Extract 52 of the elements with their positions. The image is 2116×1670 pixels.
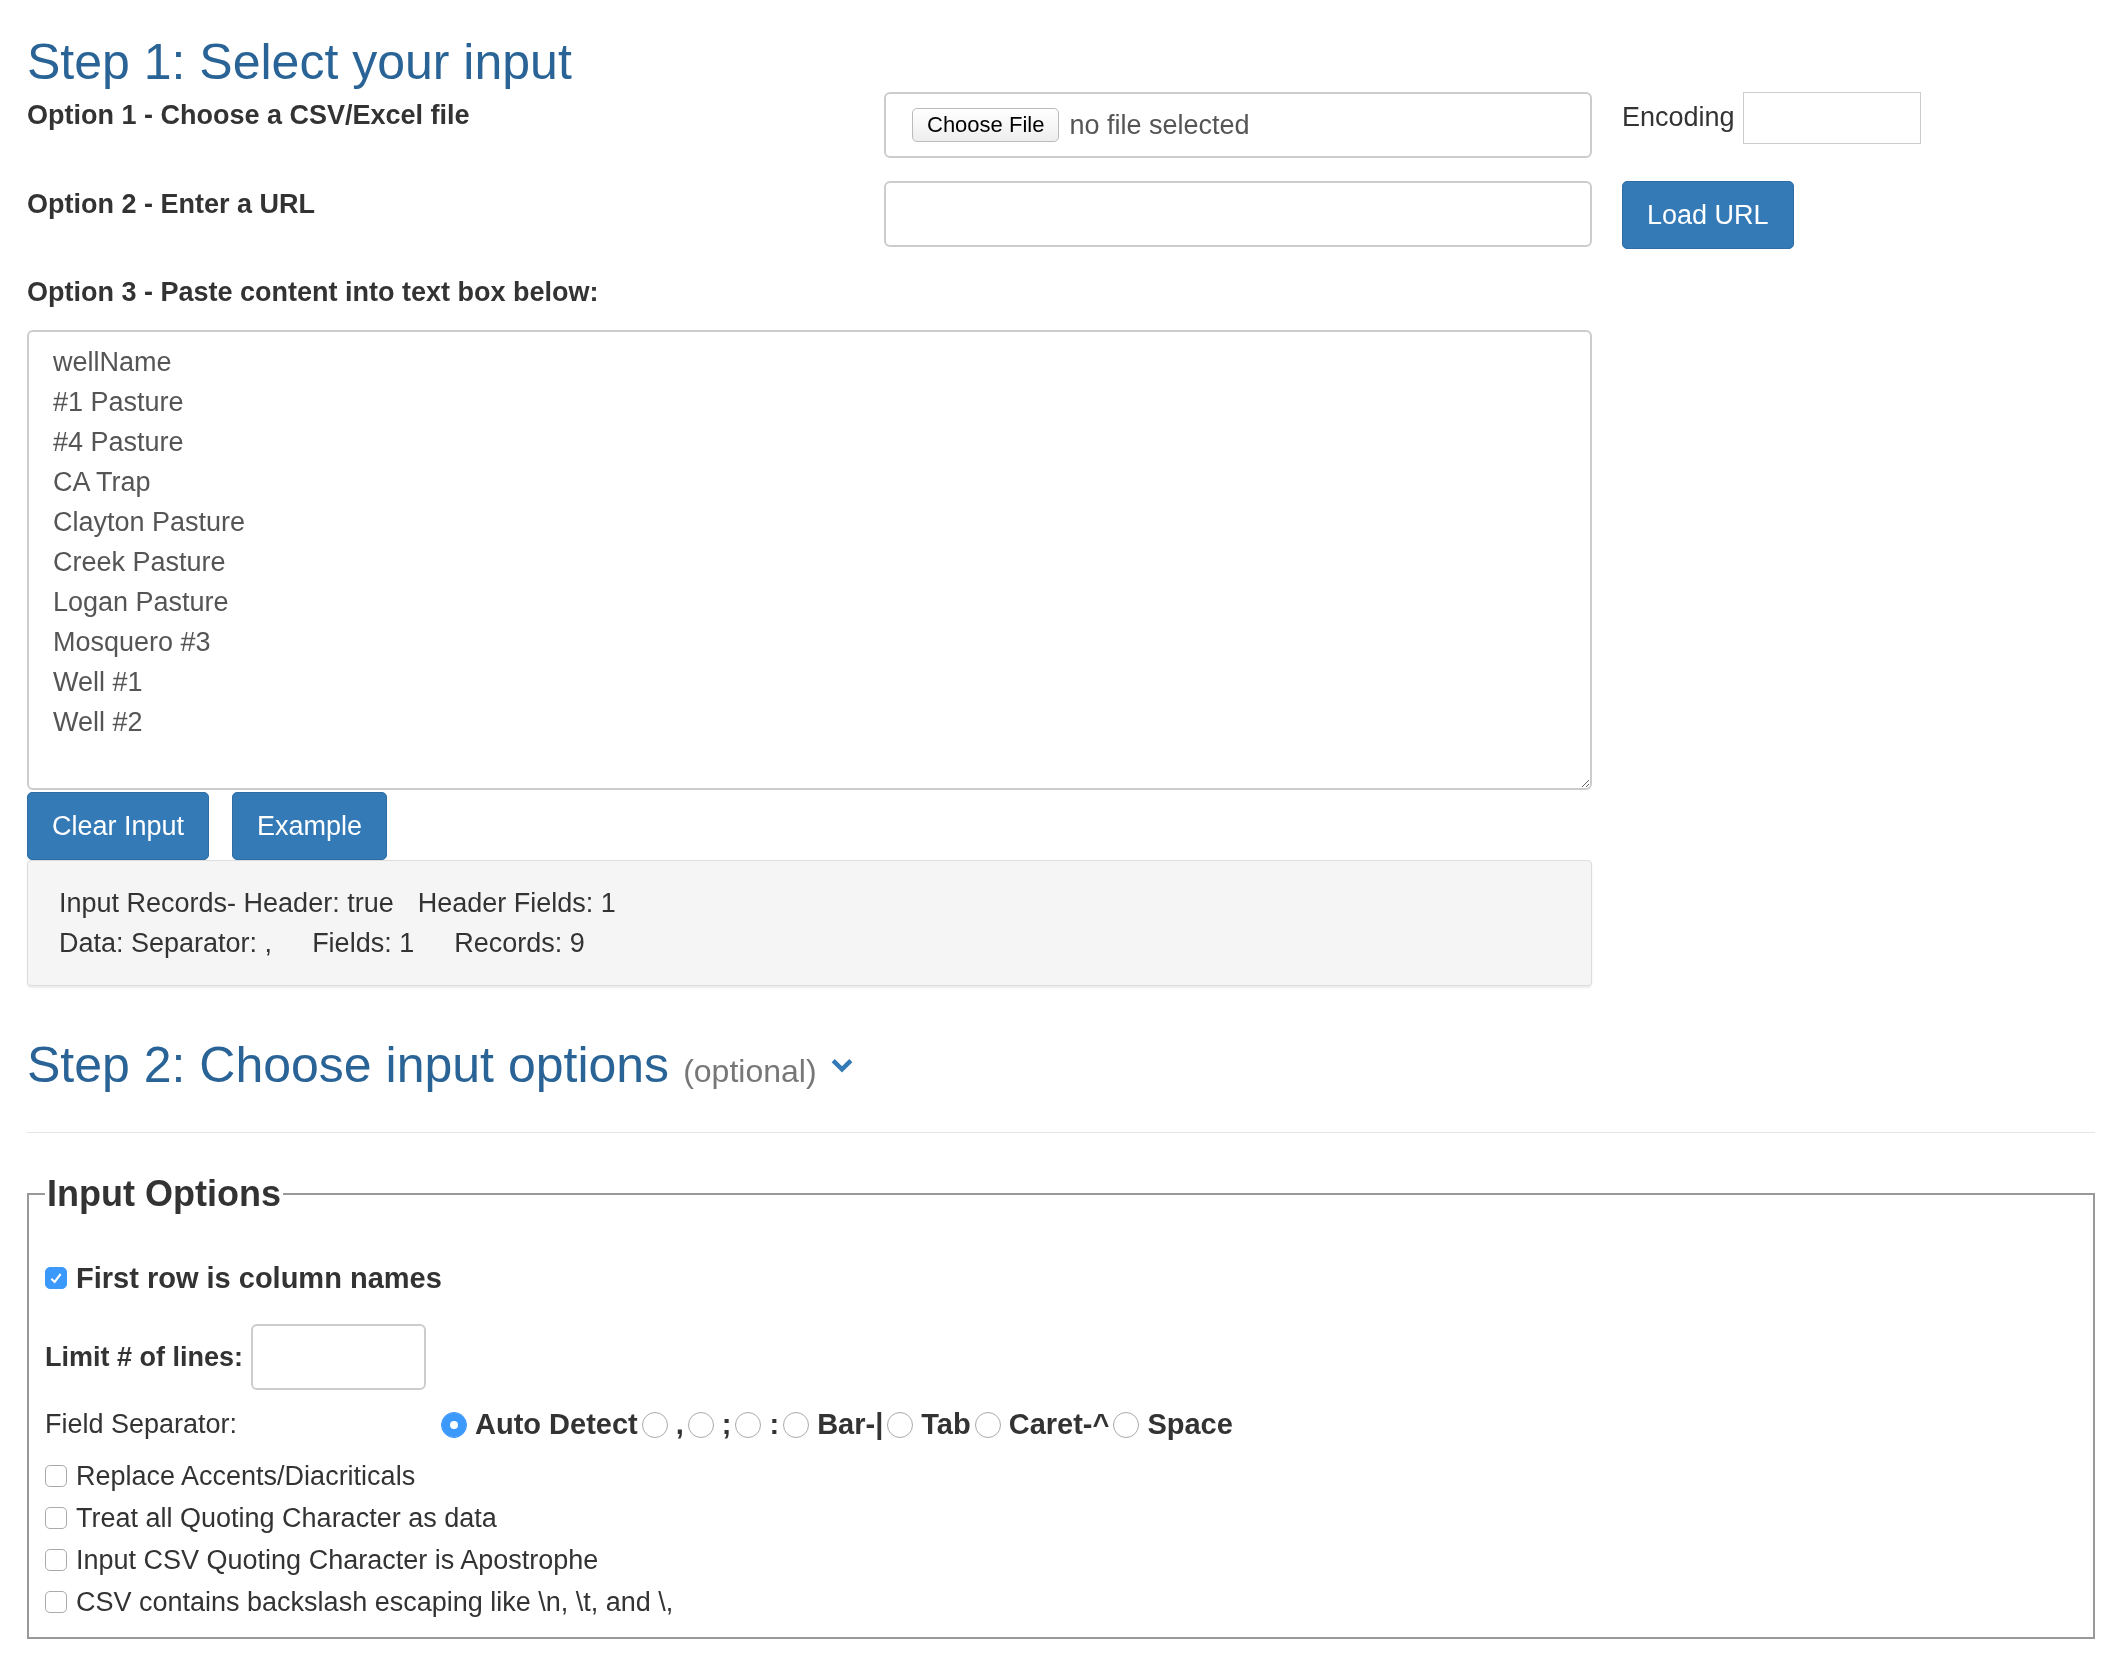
stat-text: Records: 9: [454, 927, 585, 960]
chevron-icon[interactable]: [830, 1057, 853, 1073]
stat-text: Input Records- Header: true: [59, 887, 394, 920]
radio-label: Auto Detect: [475, 1408, 638, 1441]
action-button[interactable]: Example: [232, 792, 388, 860]
stat-text: Data: Separator: ,: [59, 927, 273, 960]
step-heading: Step 1: Select your input: [27, 33, 573, 92]
radio-label: Space: [1147, 1408, 1233, 1441]
radio-label: ,: [675, 1408, 684, 1441]
radio-label: ;: [721, 1408, 732, 1441]
radio-button[interactable]: [974, 1411, 1001, 1438]
radio-label: Caret-^: [1008, 1408, 1110, 1441]
separator-label: Field Separator:: [45, 1409, 239, 1440]
checkbox-label: CSV contains backslash escaping like \n, \t, and \,: [76, 1586, 674, 1619]
radio-button[interactable]: [735, 1411, 762, 1438]
checkbox[interactable]: [45, 1465, 67, 1487]
action-button[interactable]: Clear Input: [27, 792, 210, 860]
checkbox-label: Replace Accents/Diacriticals: [76, 1460, 416, 1493]
radio-button[interactable]: [641, 1411, 668, 1438]
stat-text: Header Fields: 1: [417, 887, 616, 920]
choose-file-button[interactable]: Choose File: [912, 108, 1060, 142]
checkbox[interactable]: [45, 1591, 67, 1613]
checkbox[interactable]: [45, 1549, 67, 1571]
fieldset-legend: Input Options: [45, 1173, 283, 1215]
checkbox-label: First row is column names: [76, 1261, 442, 1296]
file-input[interactable]: Choose File no file selected: [884, 92, 1592, 158]
radio-button[interactable]: [783, 1411, 810, 1438]
checkbox-label: Treat all Quoting Character as data: [76, 1502, 497, 1535]
option-label: Option 2 - Enter a URL: [27, 188, 316, 220]
radio-button[interactable]: [687, 1411, 714, 1438]
paste-textarea[interactable]: wellName #1 Pasture #4 Pasture CA Trap Clayton Pasture Creek Pasture Logan Pasture Mosquero #3 Well #1 Well #2: [27, 330, 1592, 790]
checkbox[interactable]: [45, 1267, 67, 1289]
radio-button[interactable]: [887, 1411, 914, 1438]
stat-text: Fields: 1: [312, 927, 415, 960]
checkbox[interactable]: [45, 1507, 67, 1529]
radio-label: :: [769, 1408, 780, 1441]
encoding-label: Encoding: [1622, 102, 1735, 133]
radio-label: Tab: [921, 1408, 971, 1441]
load-url-button[interactable]: Load URL: [1622, 181, 1794, 249]
radio-label: Bar-|: [817, 1408, 884, 1441]
optional-note: (optional): [683, 1053, 817, 1090]
limit-field[interactable]: [251, 1324, 427, 1390]
option-label: Option 3 - Paste content into text box below:: [27, 276, 600, 308]
limit-label: Limit # of lines:: [45, 1341, 244, 1373]
option-label: Option 1 - Choose a CSV/Excel file: [27, 99, 471, 131]
radio-button[interactable]: [1113, 1411, 1140, 1438]
file-status: no file selected: [1069, 109, 1250, 141]
radio-button[interactable]: [441, 1411, 467, 1438]
checkbox-label: Input CSV Quoting Character is Apostrophe: [76, 1544, 599, 1577]
step-heading: Step 2: Choose input options: [27, 1036, 670, 1094]
url-field[interactable]: [884, 181, 1592, 247]
encoding-field[interactable]: [1742, 92, 1921, 144]
